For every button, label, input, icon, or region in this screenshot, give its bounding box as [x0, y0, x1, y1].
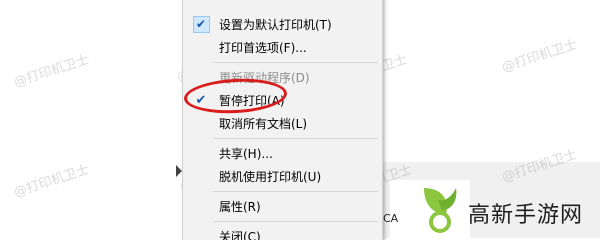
menu-item-cancel-all-documents[interactable]: 取消所有文档(L)	[183, 112, 382, 135]
menu-item-label: 关闭(C)	[219, 230, 261, 240]
menu-item-label: 取消所有文档(L)	[219, 117, 308, 131]
menu-item-sharing[interactable]: 共享(H)...	[183, 142, 382, 165]
menu-item-label: 共享(H)...	[219, 147, 273, 161]
menu-item-printing-preferences[interactable]: 打印首选项(F)...	[183, 36, 382, 59]
menu-item-close[interactable]: 关闭(C)	[183, 225, 382, 240]
menu-separator	[213, 138, 378, 139]
menu-item-use-printer-offline[interactable]: 脱机使用打印机(U)	[183, 165, 382, 188]
menu-separator	[213, 191, 378, 192]
checkmark-icon: ✔	[183, 13, 219, 36]
menu-item-label: 设置为默认打印机(T)	[219, 18, 332, 32]
printer-context-menu: ✔ 设置为默认打印机(T) 打印首选项(F)... 更新驱动程序(D) ✔ 暂停…	[182, 0, 383, 240]
menu-item-label: 打印首选项(F)...	[219, 41, 307, 55]
menu-separator	[213, 221, 378, 222]
leaf-logo-icon	[424, 188, 457, 233]
background-window-left	[0, 0, 182, 238]
menu-separator	[213, 62, 378, 63]
logo-text: 高新手游网	[468, 203, 584, 228]
menu-item-set-default-printer[interactable]: ✔ 设置为默认打印机(T)	[183, 13, 382, 36]
menu-item-label: 属性(R)	[219, 200, 261, 214]
watermark: @打印机卫士	[500, 37, 580, 76]
background-partial-text: CA	[383, 212, 399, 225]
menu-item-label: 脱机使用打印机(U)	[219, 170, 322, 184]
menu-item-properties[interactable]: 属性(R)	[183, 195, 382, 218]
